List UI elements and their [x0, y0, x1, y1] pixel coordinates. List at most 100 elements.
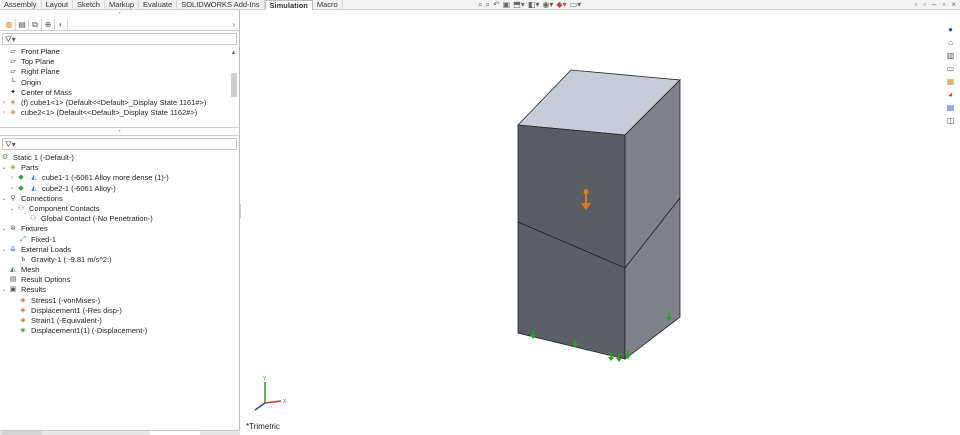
- dimxpert-tab-icon[interactable]: ⊕: [42, 19, 55, 30]
- part-icon: ◈: [10, 109, 16, 117]
- previous-view-icon[interactable]: ↶: [493, 0, 500, 10]
- expand-icon[interactable]: ›: [0, 108, 8, 118]
- panel-splitter[interactable]: •: [0, 10, 239, 19]
- tree-item-front-plane[interactable]: ▱ Front Plane: [0, 47, 227, 57]
- solid-body-icon: ◭: [31, 174, 37, 182]
- design-library-icon[interactable]: ▥: [944, 50, 957, 62]
- fixture-item[interactable]: ⤢ Fixed-1: [0, 235, 239, 245]
- forum-icon[interactable]: ◫: [944, 115, 957, 127]
- connections-icon: ⚲: [10, 194, 16, 202]
- chevron-right-icon[interactable]: ›: [232, 20, 235, 29]
- collapse-icon[interactable]: ⌄: [0, 194, 8, 204]
- tab-assembly[interactable]: Assembly: [0, 0, 42, 10]
- result-item[interactable]: ◈ Strain1 (-Equivalent-): [0, 316, 239, 326]
- graphics-area[interactable]: Y X *Trimetric ● ⌂ ▥ ▭ ▦ ◕ ▤ ◫: [241, 10, 960, 435]
- mesh-icon: ◭: [10, 266, 16, 274]
- file-explorer-icon[interactable]: ▭: [944, 63, 957, 75]
- bottom-tab[interactable]: [2, 431, 42, 435]
- zoom-fit-icon[interactable]: ⌕: [478, 0, 482, 10]
- plot-icon: ◈: [20, 306, 26, 314]
- zoom-area-icon[interactable]: ⌕: [485, 0, 489, 10]
- restore-icon[interactable]: ▫: [914, 0, 917, 10]
- global-contact-item[interactable]: ⚇ Global Contact (-No Penetration-): [0, 214, 239, 224]
- results-node[interactable]: ⌄ ▣ Results: [0, 285, 239, 295]
- hide-show-icon[interactable]: ◉▾: [542, 0, 553, 10]
- tab-markup[interactable]: Markup: [105, 0, 139, 10]
- section-view-icon[interactable]: ▣: [503, 0, 511, 10]
- result-item[interactable]: ◈ Displacement1(1) (-Displacement-): [0, 326, 239, 336]
- filter-icon: ⛛▾: [5, 140, 16, 149]
- chevron-up-icon[interactable]: ▲: [230, 49, 237, 57]
- part-item[interactable]: › ◆ ◭ cube1-1 (-6061 Alloy more dense (1)-): [0, 173, 239, 183]
- view-palette-icon[interactable]: ▦: [944, 76, 957, 88]
- collapse-icon[interactable]: ⌄: [0, 285, 8, 295]
- simulation-filter-field[interactable]: ⛛▾: [2, 138, 237, 150]
- tree-splitter[interactable]: •: [0, 127, 239, 136]
- scene-icon[interactable]: ▭▾: [570, 0, 582, 10]
- tab-addins[interactable]: SOLIDWORKS Add-Ins: [177, 0, 265, 10]
- window-controls: ▫ ▫ – ▫ ×: [914, 0, 956, 10]
- tree-item-right-plane[interactable]: ▱ Right Plane: [0, 67, 227, 77]
- tree-item-center-of-mass[interactable]: ✦ Center of Mass: [0, 88, 227, 98]
- filter-icon: ⛛▾: [5, 35, 16, 44]
- filter-field[interactable]: ⛛▾: [2, 33, 237, 45]
- tree-item-top-plane[interactable]: ▱ Top Plane: [0, 57, 227, 67]
- display-style-icon[interactable]: ◧▾: [528, 0, 540, 10]
- home-icon[interactable]: ⌂: [944, 37, 957, 49]
- view-orientation-icon[interactable]: ⬒▾: [513, 0, 525, 10]
- gravity-item[interactable]: ъ Gravity-1 (:-9.81 m/s^2:): [0, 255, 239, 265]
- study-icon: ⚙: [1, 154, 9, 161]
- tree-item-cube2[interactable]: › ◈ cube2<1> (Default<<Default>_Display St…: [0, 108, 227, 118]
- expand-icon[interactable]: ›: [0, 98, 8, 108]
- result-options-node[interactable]: ▤ Result Options: [0, 275, 239, 285]
- component-contacts-node[interactable]: ⌄ ⚇ Component Contacts: [0, 204, 239, 214]
- featuremanager-tab-icon[interactable]: ◍: [3, 19, 16, 30]
- feature-tree: ▱ Front Plane ▱ Top Plane ▱ Right Plane └ Or…: [0, 47, 239, 127]
- display-manager-tab-icon[interactable]: ◐: [55, 19, 68, 30]
- center-of-mass-icon: ✦: [10, 88, 16, 96]
- result-item[interactable]: ◈ Stress1 (-vonMises-): [0, 296, 239, 306]
- tab-macro[interactable]: Macro: [313, 0, 343, 10]
- reference-triad: Y X: [254, 376, 287, 411]
- fixtures-node[interactable]: ⌄ ⊛ Fixtures: [0, 224, 239, 234]
- appearances-icon[interactable]: ◕: [944, 89, 957, 101]
- tree-item-cube1[interactable]: › ◈ (f) cube1<1> (Default<<Default>_Displa…: [0, 98, 227, 108]
- collapse-icon[interactable]: ⌄: [0, 224, 8, 234]
- result-item[interactable]: ◈ Displacement1 (-Res disp-): [0, 306, 239, 316]
- expand-icon[interactable]: ›: [8, 173, 16, 183]
- connections-node[interactable]: ⌄ ⚲ Connections: [0, 194, 239, 204]
- tab-sketch[interactable]: Sketch: [73, 0, 105, 10]
- parts-node[interactable]: ⌄ ◈ Parts: [0, 163, 239, 173]
- tab-evaluate[interactable]: Evaluate: [139, 0, 178, 10]
- plane-icon: ▱: [10, 58, 16, 66]
- tab-layout[interactable]: Layout: [42, 0, 74, 10]
- svg-text:X: X: [283, 399, 287, 405]
- propertymanager-tab-icon[interactable]: ▤: [16, 19, 29, 30]
- tree-item-origin[interactable]: └ Origin: [0, 78, 227, 88]
- simulation-study-tree: ⚙ Static 1 (-Default-) ⌄ ◈ Parts › ◆ ◭ cube1-1…: [0, 152, 239, 336]
- result-options-icon: ▤: [9, 276, 17, 284]
- configurationmanager-tab-icon[interactable]: ⧉: [29, 19, 42, 30]
- solid-body-icon: ◭: [31, 184, 37, 192]
- tile-icon[interactable]: ▫: [923, 0, 926, 10]
- solidworks-resources-icon[interactable]: ●: [944, 24, 957, 36]
- expand-icon[interactable]: ›: [8, 184, 16, 194]
- plot-icon: ◈: [20, 317, 26, 324]
- maximize-icon[interactable]: ▫: [942, 0, 945, 10]
- close-icon[interactable]: ×: [951, 0, 956, 10]
- external-loads-node[interactable]: ⌄ ⇊ External Loads: [0, 245, 239, 255]
- tab-simulation[interactable]: Simulation: [264, 0, 313, 10]
- task-pane-tabs: ● ⌂ ▥ ▭ ▦ ◕ ▤ ◫: [944, 24, 959, 128]
- feature-tree-scrollbar[interactable]: ▲: [230, 49, 237, 127]
- bottom-tab[interactable]: [150, 431, 200, 435]
- mesh-node[interactable]: ◭ Mesh: [0, 265, 239, 275]
- scrollbar-thumb[interactable]: [230, 73, 237, 97]
- collapse-icon[interactable]: ⌄: [0, 163, 8, 173]
- collapse-icon[interactable]: ⌄: [0, 245, 8, 255]
- minimize-icon[interactable]: –: [932, 0, 936, 10]
- study-node[interactable]: ⚙ Static 1 (-Default-): [0, 153, 239, 163]
- custom-properties-icon[interactable]: ▤: [944, 102, 957, 114]
- part-item[interactable]: › ◆ ◭ cube2-1 (-6061 Alloy-): [0, 184, 239, 194]
- appearance-icon[interactable]: ◆▾: [556, 0, 566, 10]
- collapse-icon[interactable]: ⌄: [8, 204, 16, 214]
